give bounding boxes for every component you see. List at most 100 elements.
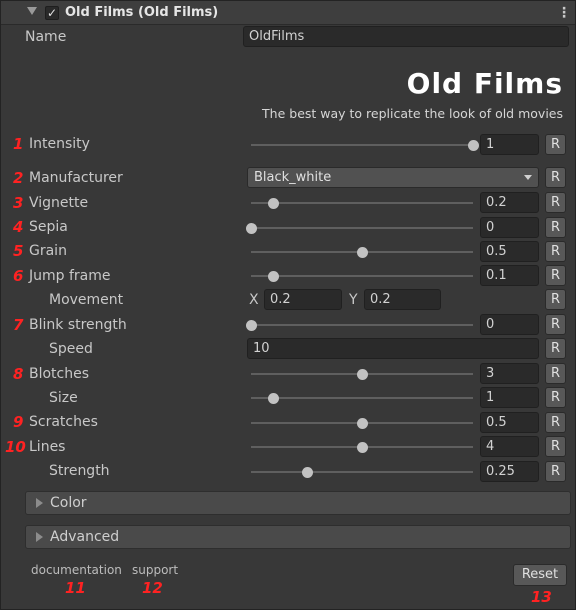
blotches-field[interactable]: 3 (480, 363, 539, 384)
lines-label: Lines (29, 439, 66, 455)
vignette-reset-button[interactable]: R (545, 192, 566, 213)
expand-arrow-icon (36, 498, 43, 508)
scratches-label: Scratches (29, 414, 98, 430)
vignette-field[interactable]: 0.2 (480, 192, 539, 213)
intensity-reset-button[interactable]: R (545, 134, 566, 155)
component-title: Old Films (Old Films) (65, 5, 219, 20)
sepia-label: Sepia (29, 219, 68, 235)
advanced-foldout[interactable]: Advanced (25, 525, 571, 549)
scratches-reset-button[interactable]: R (545, 412, 566, 433)
color-foldout[interactable]: Color (25, 491, 571, 515)
manufacturer-value: Black_white (254, 170, 332, 185)
vignette-slider[interactable] (251, 198, 473, 209)
slider-knob[interactable] (357, 369, 368, 380)
sepia-field[interactable]: 0 (480, 217, 539, 238)
inspector-panel: ✓ Old Films (Old Films) ⋮ Name OldFilms … (0, 0, 576, 610)
blink-strength-reset-button[interactable]: R (545, 314, 566, 335)
slider-knob[interactable] (468, 140, 479, 151)
strength-slider[interactable] (251, 467, 473, 478)
size-reset-button[interactable]: R (545, 387, 566, 408)
jump-frame-reset-button[interactable]: R (545, 265, 566, 286)
marker-5: 5 (13, 242, 24, 260)
movement-reset-button[interactable]: R (545, 289, 566, 310)
grain-slider[interactable] (251, 247, 473, 258)
lines-slider[interactable] (251, 442, 473, 453)
slider-knob[interactable] (246, 223, 257, 234)
scratches-field[interactable]: 0.5 (480, 412, 539, 433)
reset-button[interactable]: Reset (513, 564, 567, 586)
marker-10: 10 (5, 438, 26, 456)
blotches-slider[interactable] (251, 369, 473, 380)
size-label: Size (49, 390, 78, 406)
speed-label: Speed (49, 341, 93, 357)
more-menu-icon[interactable]: ⋮ (557, 5, 571, 21)
movement-y-label: Y (349, 292, 358, 308)
marker-8: 8 (13, 365, 24, 383)
manufacturer-dropdown[interactable]: Black_white (247, 167, 539, 188)
marker-2: 2 (13, 169, 24, 187)
jump-frame-slider[interactable] (251, 271, 473, 282)
movement-x-label: X (249, 292, 259, 308)
scratches-slider[interactable] (251, 418, 473, 429)
documentation-link[interactable]: documentation (31, 563, 122, 577)
slider-knob[interactable] (268, 393, 280, 404)
movement-y-field[interactable]: 0.2 (364, 289, 441, 310)
strength-reset-button[interactable]: R (545, 461, 566, 482)
blink-strength-field[interactable]: 0 (480, 314, 539, 335)
slider-knob[interactable] (357, 442, 368, 453)
name-label: Name (25, 29, 67, 45)
movement-label: Movement (49, 292, 124, 308)
vignette-label: Vignette (29, 195, 89, 211)
size-field[interactable]: 1 (480, 387, 539, 408)
logo: Old Films (406, 67, 563, 100)
marker-7: 7 (13, 316, 24, 334)
component-header[interactable]: ✓ Old Films (Old Films) ⋮ (1, 1, 575, 25)
jump-frame-label: Jump frame (29, 268, 111, 284)
slider-knob[interactable] (268, 198, 280, 209)
lines-field[interactable]: 4 (480, 436, 539, 457)
collapse-arrow-icon[interactable] (27, 7, 37, 15)
slider-knob[interactable] (357, 247, 368, 258)
grain-label: Grain (29, 243, 67, 259)
size-slider[interactable] (251, 393, 473, 404)
advanced-foldout-label: Advanced (50, 529, 120, 545)
marker-9: 9 (13, 413, 24, 431)
blink-strength-slider[interactable] (246, 320, 473, 331)
grain-field[interactable]: 0.5 (480, 241, 539, 262)
intensity-label: Intensity (29, 136, 90, 152)
marker-4: 4 (13, 218, 24, 236)
tagline: The best way to replicate the look of ol… (262, 106, 563, 121)
blotches-label: Blotches (29, 366, 90, 382)
speed-reset-button[interactable]: R (545, 338, 566, 359)
expand-arrow-icon (36, 532, 43, 542)
support-link[interactable]: support (132, 563, 178, 577)
slider-knob[interactable] (246, 320, 257, 331)
sepia-slider[interactable] (246, 223, 473, 234)
chevron-down-icon (524, 175, 532, 180)
intensity-slider[interactable] (251, 140, 479, 151)
marker-12: 12 (142, 579, 163, 597)
manufacturer-reset-button[interactable]: R (545, 167, 566, 188)
color-foldout-label: Color (50, 495, 87, 511)
marker-13: 13 (531, 588, 552, 606)
marker-11: 11 (65, 579, 86, 597)
blink-strength-label: Blink strength (29, 317, 127, 333)
marker-6: 6 (13, 267, 24, 285)
enabled-checkbox[interactable]: ✓ (45, 6, 59, 20)
grain-reset-button[interactable]: R (545, 241, 566, 262)
blotches-reset-button[interactable]: R (545, 363, 566, 384)
movement-x-field[interactable]: 0.2 (264, 289, 342, 310)
strength-label: Strength (49, 463, 110, 479)
intensity-field[interactable]: 1 (480, 134, 539, 155)
jump-frame-field[interactable]: 0.1 (480, 265, 539, 286)
speed-field[interactable]: 10 (247, 338, 539, 359)
slider-knob[interactable] (301, 467, 313, 478)
name-field[interactable]: OldFilms (243, 26, 569, 47)
sepia-reset-button[interactable]: R (545, 217, 566, 238)
lines-reset-button[interactable]: R (545, 436, 566, 457)
strength-field[interactable]: 0.25 (480, 461, 539, 482)
slider-knob[interactable] (357, 418, 368, 429)
marker-1: 1 (13, 135, 24, 153)
manufacturer-label: Manufacturer (29, 170, 123, 186)
slider-knob[interactable] (268, 271, 280, 282)
